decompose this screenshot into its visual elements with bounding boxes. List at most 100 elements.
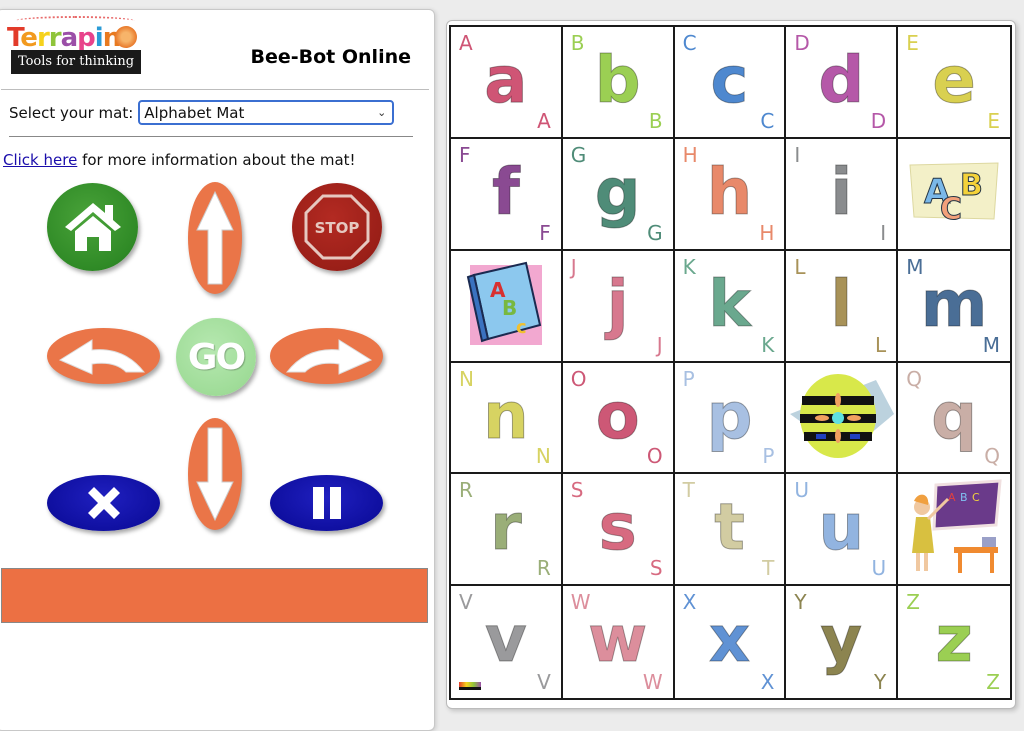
mat-cell-c[interactable]: CcC (674, 27, 787, 139)
turn-right-icon (285, 339, 372, 375)
cell-upper-label-corner: O (646, 444, 663, 469)
cell-upper-label-corner: P (762, 444, 775, 469)
cell-upper-label-corner: K (761, 332, 775, 357)
mat-cell-i[interactable]: IiI (786, 138, 899, 251)
mat-cell-teacher-chalkboard-clipart[interactable]: ABC (898, 474, 1010, 587)
terrapin-mini-logo (459, 682, 481, 690)
cell-upper-label-corner: X (760, 670, 775, 694)
mat-cell-o[interactable]: OoO (562, 362, 675, 475)
chevron-down-icon: ⌄ (377, 106, 387, 119)
svg-text:c: c (516, 317, 527, 338)
cell-upper-label-corner: J (656, 332, 663, 357)
cell-upper-label-corner: U (871, 556, 887, 581)
mat-info-text: Click here for more information about th… (3, 151, 356, 169)
svg-text:B: B (502, 296, 517, 320)
mat-select-value: Alphabet Mat (144, 103, 245, 122)
cell-upper-label-corner: D (870, 108, 887, 133)
cell-upper-label-corner: N (535, 444, 551, 469)
mat-cell-s[interactable]: SsS (562, 474, 675, 587)
mat-cell-bee-bot-robot[interactable] (786, 362, 899, 475)
mat-cell-m[interactable]: MmM (898, 251, 1010, 363)
svg-text:C: C (972, 491, 980, 504)
mat-cell-l[interactable]: LlL (786, 250, 899, 363)
mat-cell-y[interactable]: YyY (786, 586, 899, 698)
mat-cell-e[interactable]: EeE (898, 27, 1010, 139)
svg-text:A: A (948, 491, 956, 504)
program-bar (1, 568, 428, 623)
cell-upper-label-corner: T (762, 556, 775, 581)
cell-upper-label-corner: C (760, 108, 775, 133)
terrapin-logo[interactable]: Terrapin Tools for thinking (7, 16, 141, 78)
mat-cell-t[interactable]: TtT (674, 474, 787, 587)
bee-bot-icon[interactable] (786, 370, 896, 464)
mat-cell-abc-letters-clipart[interactable]: ACB (898, 139, 1010, 251)
cell-upper-label-corner: B (648, 108, 663, 133)
pause-button[interactable] (270, 475, 383, 531)
mat-cell-n[interactable]: NnN (451, 362, 563, 475)
alphabet-mat[interactable]: AaABbBCcCDdDEeEFfFGgGHhHIiIACBABcJjJKkKL… (449, 25, 1012, 700)
teacher-chalkboard-clipart-icon: ABC (904, 477, 1004, 581)
go-button[interactable]: GO (176, 318, 256, 396)
logo-word: Terrapin (7, 23, 121, 53)
abc-letters-clipart-icon: ACB (906, 157, 1002, 231)
stop-label: STOP (315, 219, 360, 237)
cell-upper-label-corner: Z (986, 670, 1000, 694)
cell-upper-label-corner: Y (873, 670, 887, 694)
cell-upper-label-corner: S (649, 556, 663, 581)
mat-cell-r[interactable]: RrR (451, 474, 563, 587)
cell-upper-label-corner: L (875, 332, 887, 357)
mat-select-row: Select your mat: Alphabet Mat ⌄ (9, 100, 395, 125)
mat-cell-v[interactable]: VvV (451, 586, 563, 698)
forward-button[interactable] (188, 182, 242, 294)
mat-cell-z[interactable]: ZzZ (898, 586, 1010, 698)
home-icon (64, 203, 121, 251)
clear-button[interactable] (47, 475, 160, 531)
app-title: Bee-Bot Online (250, 46, 412, 68)
cell-upper-label-corner: V (537, 670, 551, 694)
x-icon (87, 487, 120, 519)
mat-cell-g[interactable]: GgG (562, 138, 675, 251)
mat-cell-a[interactable]: AaA (451, 27, 563, 139)
home-button[interactable] (47, 183, 138, 271)
mat-cell-p[interactable]: PpP (674, 362, 787, 475)
turtle-icon (115, 26, 137, 48)
mat-info-rest: for more information about the mat! (77, 151, 356, 169)
svg-text:B: B (960, 168, 983, 203)
stop-button[interactable]: STOP (292, 183, 382, 271)
mat-cell-h[interactable]: HhH (674, 138, 787, 251)
mat-cell-w[interactable]: WwW (563, 586, 675, 698)
cell-upper-label-corner: H (759, 220, 775, 245)
pause-icon (312, 487, 341, 519)
mat-select-dropdown[interactable]: Alphabet Mat ⌄ (138, 100, 395, 125)
svg-text:B: B (960, 491, 968, 504)
cell-upper-label-corner: A (537, 108, 551, 133)
go-label: GO (187, 336, 246, 378)
arrow-up-icon (196, 190, 234, 285)
divider (9, 136, 413, 137)
backward-button[interactable] (188, 418, 242, 530)
stop-sign-icon: STOP (304, 194, 370, 260)
cell-upper-label-corner: Q (984, 444, 1000, 469)
mat-cell-j[interactable]: JjJ (562, 250, 675, 363)
turn-left-icon (58, 339, 145, 375)
cell-upper-label-corner: G (647, 220, 663, 245)
mat-cell-abc-book-clipart[interactable]: ABc (451, 250, 563, 363)
logo-tagline: Tools for thinking (11, 50, 141, 74)
mat-cell-f[interactable]: FfF (451, 138, 563, 251)
mat-cell-k[interactable]: KkK (674, 250, 787, 363)
mat-select-label: Select your mat: (9, 103, 134, 122)
mat-cell-d[interactable]: DdD (786, 27, 899, 139)
arrow-down-icon (196, 427, 234, 522)
mat-cell-b[interactable]: BbB (562, 27, 675, 139)
mat-cell-u[interactable]: UuU (786, 474, 899, 587)
mat-cell-x[interactable]: XxX (675, 586, 787, 698)
cell-upper-label-corner: F (539, 220, 551, 245)
turn-left-button[interactable] (47, 328, 160, 384)
turn-right-button[interactable] (270, 328, 383, 384)
cell-upper-label-corner: W (642, 670, 663, 694)
svg-text:C: C (940, 192, 962, 227)
mat-cell-q[interactable]: QqQ (898, 363, 1010, 475)
mat-info-link[interactable]: Click here (3, 151, 77, 169)
abc-book-clipart-icon: ABc (464, 259, 548, 353)
cell-upper-label-corner: E (987, 108, 1000, 133)
